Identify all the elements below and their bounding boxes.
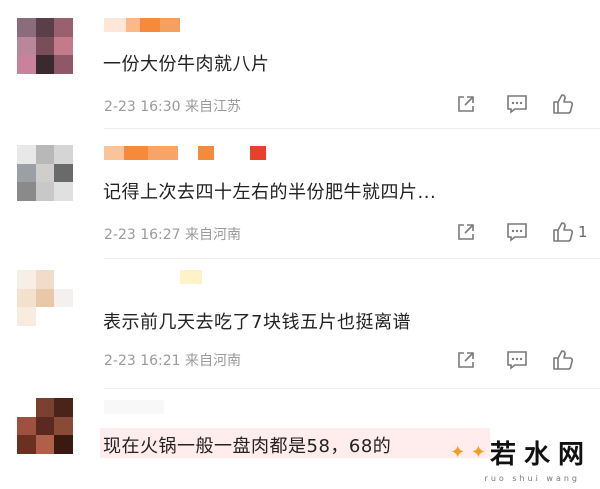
share-button[interactable] (456, 220, 476, 244)
username[interactable] (104, 18, 180, 32)
share-icon (458, 96, 474, 112)
comment-item-2: 记得上次去四十左右的半份肥牛就四片... 2-23 16:27 来自河南 1 (0, 130, 600, 260)
comment-actions: 1 (450, 220, 600, 246)
watermark: ✦ ✦ 若水网 (450, 434, 592, 471)
comment-text: 一份大份牛肉就八片 (103, 54, 270, 75)
comment-icon (507, 95, 527, 114)
comment-item-3: 表示前几天去吃了7块钱五片也挺离谱 2-23 16:21 来自河南 (0, 260, 600, 390)
comment-button[interactable] (506, 220, 528, 244)
username[interactable] (104, 146, 266, 160)
like-button[interactable] (552, 92, 578, 116)
like-icon (553, 350, 574, 370)
comment-actions (450, 92, 600, 118)
comment-meta: 2-23 16:27 来自河南 (104, 227, 242, 243)
comment-icon (507, 351, 527, 370)
avatar[interactable] (17, 18, 73, 74)
comment-text: 记得上次去四十左右的半份肥牛就四片... (103, 182, 437, 203)
like-count: 1 (578, 223, 588, 241)
comment-item-4: 现在火锅一般一盘肉都是58，68的 ✦ ✦ 若水网 ruo shui wang (0, 390, 600, 489)
comment-button[interactable] (506, 92, 528, 116)
like-button[interactable] (552, 348, 578, 372)
like-button[interactable]: 1 (552, 220, 588, 244)
share-button[interactable] (456, 348, 476, 372)
avatar[interactable] (17, 270, 73, 326)
sparkle-icon: ✦ ✦ (450, 442, 486, 463)
comment-text: 现在火锅一般一盘肉都是58，68的 (103, 436, 392, 457)
share-icon (458, 224, 474, 240)
comment-meta: 2-23 16:30 来自江苏 (104, 99, 242, 115)
watermark-text: 若水网 (489, 440, 592, 470)
comment-item-1: 一份大份牛肉就八片 2-23 16:30 来自江苏 (0, 0, 600, 130)
share-button[interactable] (456, 92, 476, 116)
share-icon (458, 352, 474, 368)
divider (104, 258, 600, 259)
comment-icon (507, 223, 527, 242)
comment-actions (450, 348, 600, 374)
comment-button[interactable] (506, 348, 528, 372)
comment-text: 表示前几天去吃了7块钱五片也挺离谱 (103, 312, 411, 333)
avatar[interactable] (17, 145, 73, 201)
avatar[interactable] (17, 398, 73, 454)
divider (104, 388, 600, 389)
username[interactable] (104, 400, 164, 414)
divider (104, 128, 600, 129)
username[interactable] (104, 270, 202, 284)
like-icon (553, 94, 574, 114)
comment-meta: 2-23 16:21 来自河南 (104, 353, 242, 369)
like-icon (553, 222, 574, 242)
watermark-subtext: ruo shui wang (484, 474, 580, 483)
